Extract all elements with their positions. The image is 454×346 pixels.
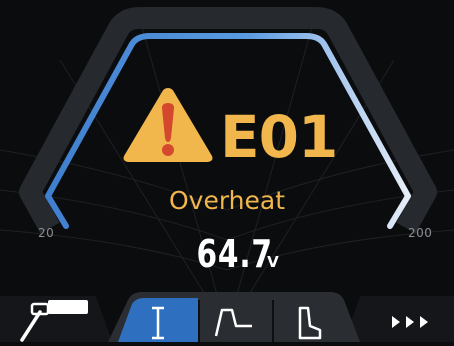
welder-display: 20 200 E01 Overheat 64.7V xyxy=(0,0,454,342)
more-arrows-icon xyxy=(392,316,428,328)
pulse-waveform-icon xyxy=(214,308,252,337)
step-mode-button[interactable] xyxy=(274,298,346,342)
current-mode-icon xyxy=(152,306,164,340)
welding-torch-icon xyxy=(20,300,88,342)
torch-button[interactable] xyxy=(8,296,108,342)
more-button[interactable] xyxy=(376,300,446,342)
current-mode-button[interactable] xyxy=(118,298,198,342)
toolbar-background xyxy=(0,292,454,342)
step-waveform-icon xyxy=(298,306,322,340)
pulse-mode-button[interactable] xyxy=(200,298,272,342)
